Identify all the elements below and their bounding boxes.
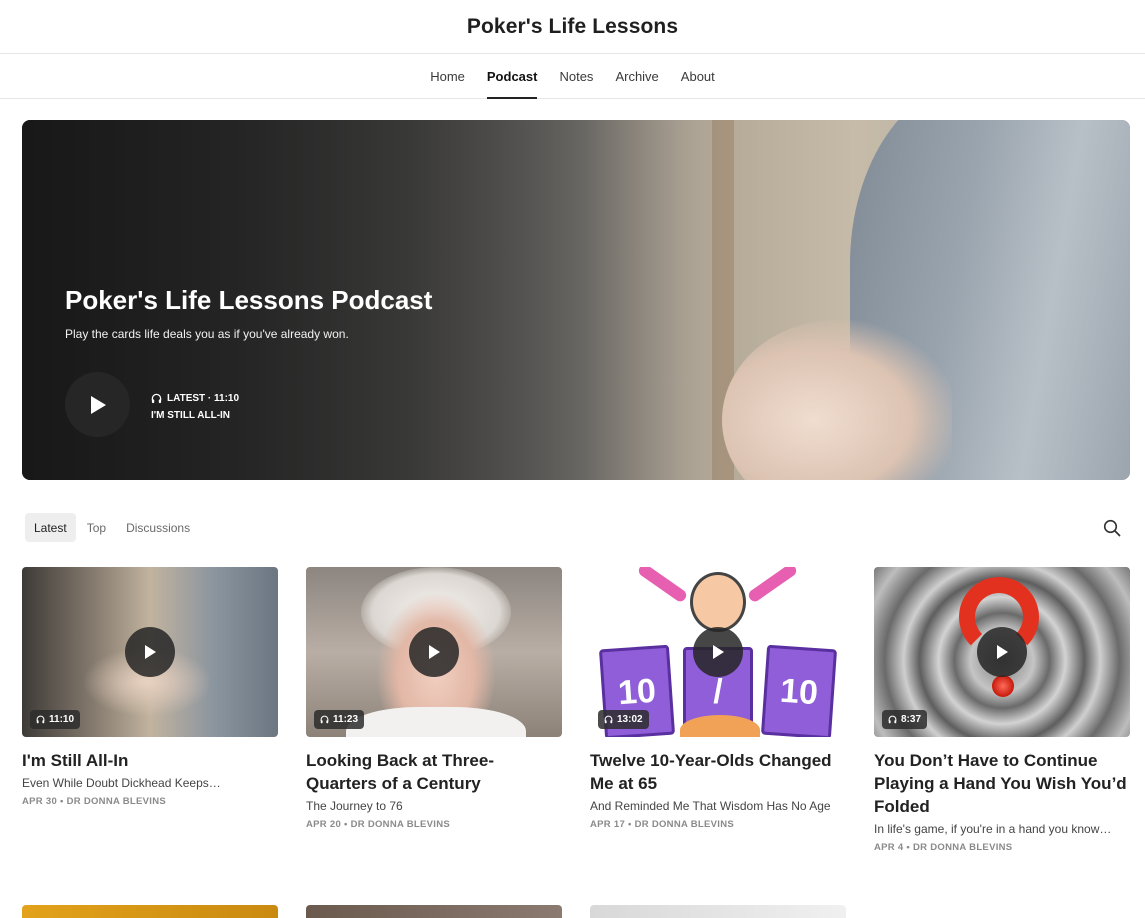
thumbnail-art	[680, 715, 760, 737]
post-title[interactable]: Twelve 10-Year-Olds Changed Me at 65	[590, 749, 846, 795]
post-card[interactable]: 11:23 Looking Back at Three-Quarters of …	[306, 567, 562, 830]
thumbnail-art	[636, 567, 689, 604]
play-icon	[429, 645, 440, 659]
thumbnail-play-button[interactable]	[409, 627, 459, 677]
post-thumbnail-next[interactable]	[874, 905, 1130, 918]
post-thumbnail[interactable]: 11:10	[22, 567, 278, 737]
post-meta: APR 17 • DR DONNA BLEVINS	[590, 819, 735, 830]
post-thumbnail[interactable]: 8:37	[874, 567, 1130, 737]
duration-badge: 11:10	[30, 710, 81, 729]
post-title[interactable]: You Don’t Have to Continue Playing a Han…	[874, 749, 1130, 818]
main-nav: Home Podcast Notes Archive About	[0, 54, 1145, 99]
duration-badge: 11:23	[314, 710, 365, 729]
nav-podcast[interactable]: Podcast	[476, 54, 549, 99]
duration-text: 8:37	[901, 714, 922, 725]
post-card[interactable]: 8:37 You Don’t Have to Continue Playing …	[874, 567, 1130, 853]
thumbnail-art	[690, 572, 746, 632]
nav-archive[interactable]: Archive	[604, 54, 669, 98]
post-card[interactable]: 10 / 10 13:02 Twelve 10-Year-Olds Change…	[590, 567, 846, 830]
thumbnail-play-button[interactable]	[693, 627, 743, 677]
tab-discussions[interactable]: Discussions	[117, 513, 199, 542]
hero-episode-title: I'M STILL ALL-IN	[151, 410, 231, 421]
site-header: Poker's Life Lessons	[0, 0, 1145, 54]
thumbnail-art	[746, 567, 799, 604]
site-title[interactable]: Poker's Life Lessons	[467, 15, 678, 39]
search-button[interactable]	[1100, 516, 1124, 540]
headphones-icon	[36, 715, 45, 724]
thumbnail-play-button[interactable]	[125, 627, 175, 677]
headphones-icon	[320, 715, 329, 724]
hero-latest-label: LATEST · 11:10	[167, 393, 240, 404]
post-thumbnail-next[interactable]	[590, 905, 846, 918]
post-thumbnail[interactable]: 11:23	[306, 567, 562, 737]
search-icon	[1103, 519, 1121, 537]
hero-latest-episode[interactable]: LATEST · 11:10 I'M STILL ALL-IN	[151, 390, 239, 424]
nav-home[interactable]: Home	[419, 54, 476, 98]
podcast-hero: Poker's Life Lessons Podcast Play the ca…	[22, 120, 1130, 480]
tab-latest[interactable]: Latest	[25, 513, 76, 542]
thumbnail-art	[346, 707, 526, 737]
post-thumbnail-next[interactable]	[22, 905, 278, 918]
play-icon	[713, 645, 724, 659]
nav-notes[interactable]: Notes	[548, 54, 604, 98]
post-subtitle: Even While Doubt Dickhead Keeps…	[22, 776, 221, 790]
post-title[interactable]: I'm Still All-In	[22, 749, 278, 772]
post-title[interactable]: Looking Back at Three-Quarters of a Cent…	[306, 749, 562, 795]
thumbnail-play-button[interactable]	[977, 627, 1027, 677]
post-tabs: Latest Top Discussions	[25, 513, 199, 542]
post-subtitle: In life's game, if you're in a hand you …	[874, 822, 1112, 836]
hero-play-button[interactable]	[65, 372, 130, 437]
post-subtitle: The Journey to 76	[306, 799, 403, 813]
headphones-icon	[151, 393, 162, 404]
duration-text: 11:23	[333, 714, 359, 725]
headphones-icon	[888, 715, 897, 724]
thumbnail-art	[992, 675, 1014, 697]
hero-subtitle: Play the cards life deals you as if you'…	[65, 327, 349, 341]
headphones-icon	[604, 715, 613, 724]
post-meta: APR 20 • DR DONNA BLEVINS	[306, 819, 451, 830]
post-meta: APR 4 • DR DONNA BLEVINS	[874, 842, 1013, 853]
tab-top[interactable]: Top	[78, 513, 115, 542]
duration-badge: 13:02	[598, 710, 649, 729]
post-thumbnail-next[interactable]	[306, 905, 562, 918]
duration-text: 11:10	[49, 714, 75, 725]
nav-about[interactable]: About	[670, 54, 726, 98]
post-subtitle: And Reminded Me That Wisdom Has No Age	[590, 799, 831, 813]
post-meta: APR 30 • DR DONNA BLEVINS	[22, 796, 167, 807]
duration-badge: 8:37	[882, 710, 928, 729]
post-card[interactable]: 11:10 I'm Still All-In Even While Doubt …	[22, 567, 278, 807]
duration-text: 13:02	[617, 714, 643, 725]
play-icon	[90, 395, 106, 414]
post-thumbnail[interactable]: 10 / 10 13:02	[590, 567, 846, 737]
play-icon	[997, 645, 1008, 659]
play-icon	[145, 645, 156, 659]
hero-title: Poker's Life Lessons Podcast	[65, 285, 433, 315]
thumbnail-card: 10	[760, 644, 838, 737]
